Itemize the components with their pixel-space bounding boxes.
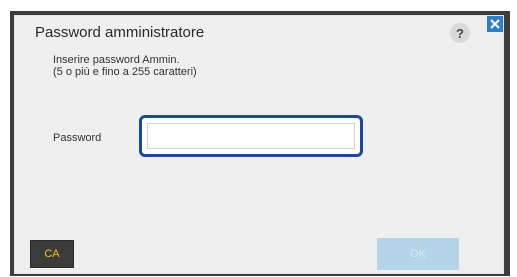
instructions-line-1: Inserire password Ammin. bbox=[53, 54, 180, 66]
ca-button[interactable]: CA bbox=[30, 240, 74, 268]
instructions-line-2: (5 o più e fino a 255 caratteri) bbox=[53, 66, 197, 78]
close-button[interactable] bbox=[487, 16, 503, 32]
ok-button[interactable]: OK bbox=[377, 238, 459, 270]
dialog-title: Password amministratore bbox=[35, 24, 205, 41]
admin-password-dialog: Password amministratore ? Inserire passw… bbox=[14, 15, 504, 274]
password-input[interactable] bbox=[147, 123, 355, 149]
password-label: Password bbox=[53, 132, 102, 144]
help-icon: ? bbox=[456, 25, 464, 41]
instructions-text: Inserire password Ammin. (5 o più e fino… bbox=[53, 54, 197, 78]
close-icon bbox=[490, 19, 500, 29]
password-field[interactable] bbox=[139, 115, 363, 157]
help-button[interactable]: ? bbox=[450, 23, 470, 43]
